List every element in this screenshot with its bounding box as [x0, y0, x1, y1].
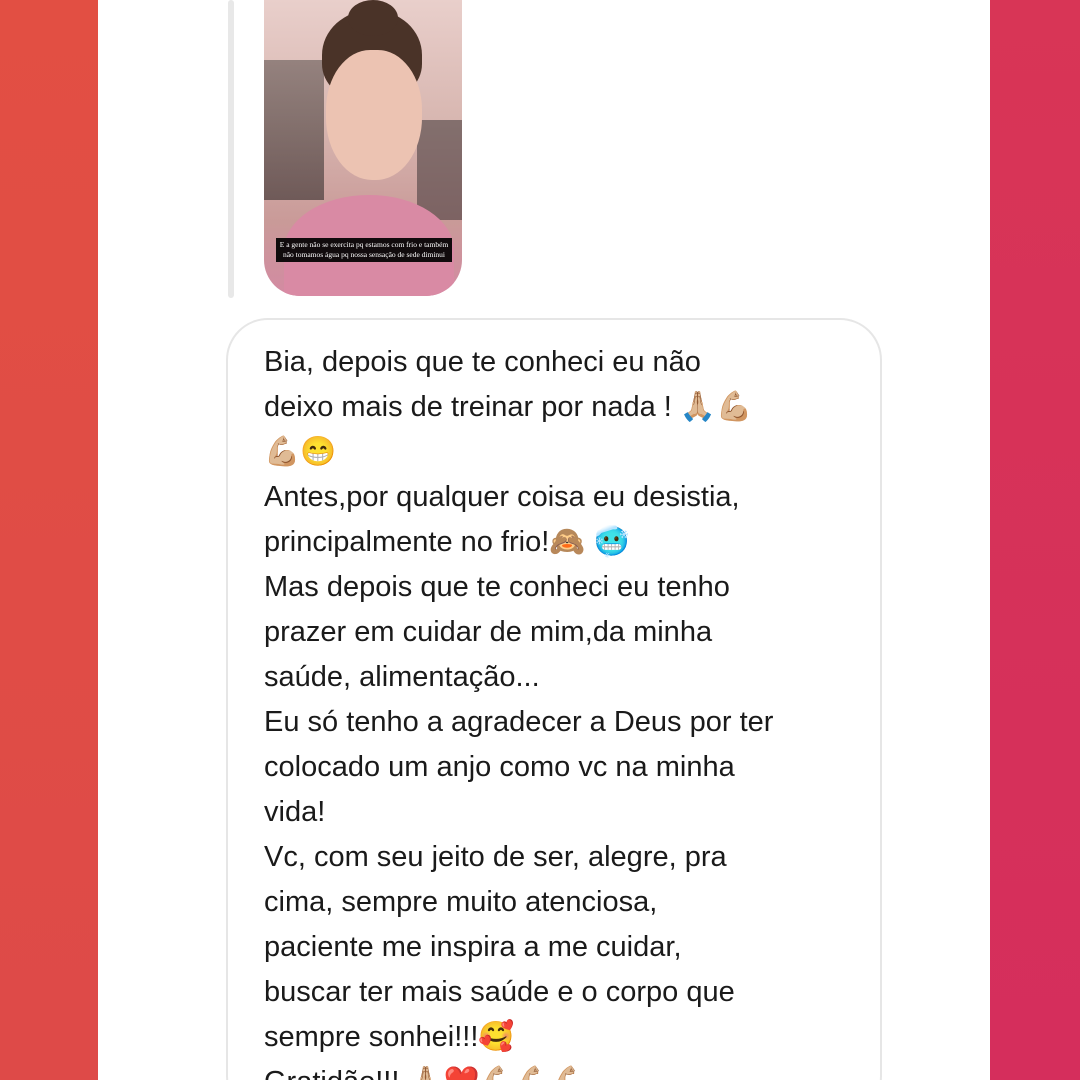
message-line: colocado um anjo como vc na minha [264, 751, 735, 783]
message-line: principalmente no frio!🙈 🥶 [264, 526, 630, 558]
message-line: Vc, com seu jeito de ser, alegre, pra [264, 841, 727, 873]
right-gradient-border [990, 0, 1080, 1080]
story-background-right [417, 120, 462, 220]
message-line: Bia, depois que te conheci eu não [264, 346, 701, 378]
message-line: vida! [264, 796, 326, 828]
message-line: sempre sonhei!!!🥰 [264, 1021, 515, 1053]
story-caption: E a gente não se exercita pq estamos com… [276, 238, 452, 262]
message-line: Eu só tenho a agradecer a Deus por ter [264, 706, 774, 738]
message-line: Antes,por qualquer coisa eu desistia, [264, 481, 740, 513]
story-person-bun [348, 0, 398, 36]
message-line: cima, sempre muito atenciosa, [264, 886, 658, 918]
message-line: Gratidão!!! 🙏🏼❤️💪🏼💪🏼💪🏼 [264, 1060, 854, 1080]
reply-indicator-bar [228, 0, 234, 298]
message-line: Mas depois que te conheci eu tenho [264, 571, 730, 603]
message-line: 💪🏼😁 [264, 436, 337, 468]
message-line: saúde, alimentação... [264, 661, 540, 693]
message-line: paciente me inspira a me cuidar, [264, 931, 682, 963]
message-line: buscar ter mais saúde e o corpo que [264, 976, 735, 1008]
story-thumbnail[interactable]: E a gente não se exercita pq estamos com… [264, 0, 462, 296]
story-background-left [264, 60, 324, 200]
message-line: deixo mais de treinar por nada ! 🙏🏼💪🏼 [264, 391, 753, 423]
left-gradient-border [0, 0, 98, 1080]
story-person-face [326, 50, 422, 180]
message-line: prazer em cuidar de mim,da minha [264, 616, 713, 648]
message-text: Bia, depois que te conheci eu não deixo m… [264, 340, 854, 1080]
